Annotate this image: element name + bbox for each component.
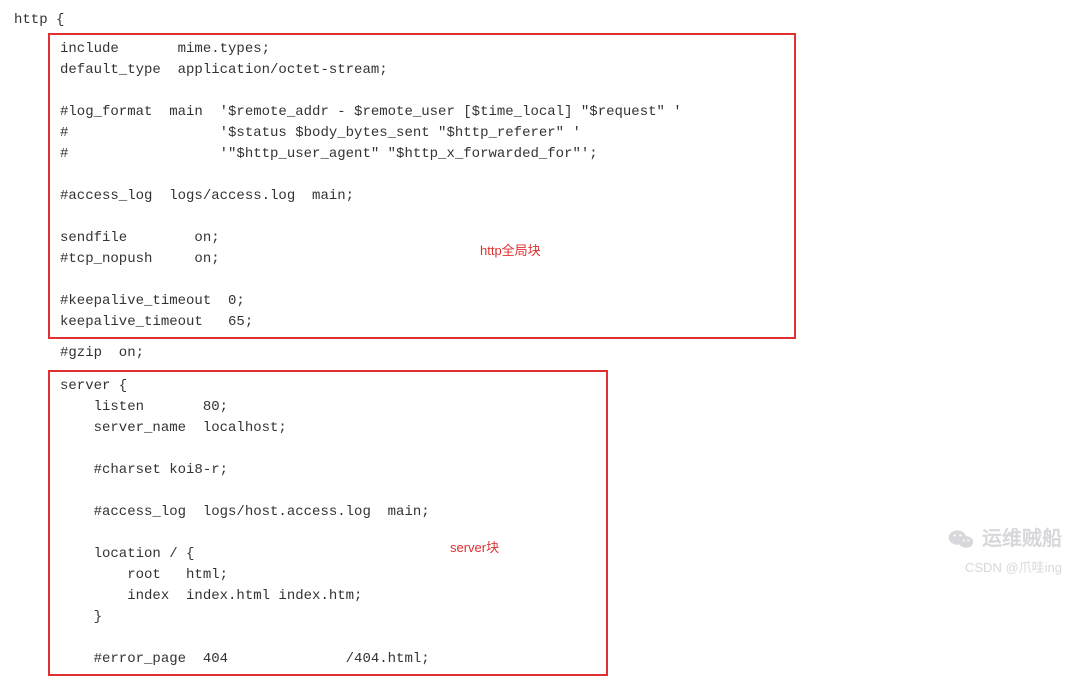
code-line: #log_format main '$remote_addr - $remote… — [60, 102, 784, 123]
code-line: index index.html index.htm; — [60, 586, 596, 607]
http-global-box: include mime.types; default_type applica… — [48, 33, 796, 339]
code-line: } — [60, 607, 596, 628]
code-blank — [60, 523, 596, 544]
code-line: # '$status $body_bytes_sent "$http_refer… — [60, 123, 784, 144]
code-line: #error_page 404 /404.html; — [60, 649, 596, 670]
code-line: #charset koi8-r; — [60, 460, 596, 481]
code-blank — [60, 439, 596, 460]
code-line: #tcp_nopush on; — [60, 249, 784, 270]
code-blank — [60, 628, 596, 649]
code-blank — [60, 207, 784, 228]
watermark-brand: 运维贼船 — [982, 524, 1062, 554]
code-line: listen 80; — [60, 397, 596, 418]
code-line: server { — [60, 376, 596, 397]
code-blank — [60, 165, 784, 186]
code-line: root html; — [60, 565, 596, 586]
code-line: keepalive_timeout 65; — [60, 312, 784, 333]
code-line: include mime.types; — [60, 39, 784, 60]
watermark: 运维贼船 CSDN @爪哇ing — [948, 524, 1062, 578]
code-line-http-open: http { — [14, 10, 1066, 31]
watermark-row: 运维贼船 — [948, 524, 1062, 554]
server-block-box: server { listen 80; server_name localhos… — [48, 370, 608, 676]
code-line: # '"$http_user_agent" "$http_x_forwarded… — [60, 144, 784, 165]
code-blank — [60, 481, 596, 502]
code-line: default_type application/octet-stream; — [60, 60, 784, 81]
code-line: #keepalive_timeout 0; — [60, 291, 784, 312]
code-line: sendfile on; — [60, 228, 784, 249]
code-line: server_name localhost; — [60, 418, 596, 439]
code-line: location / { — [60, 544, 596, 565]
code-blank — [60, 81, 784, 102]
watermark-sub: CSDN @爪哇ing — [965, 558, 1062, 578]
wechat-icon — [948, 528, 974, 550]
code-line: #access_log logs/host.access.log main; — [60, 502, 596, 523]
server-block-label: server块 — [450, 538, 499, 558]
code-blank — [60, 270, 784, 291]
http-global-label: http全局块 — [480, 241, 541, 261]
code-line: #access_log logs/access.log main; — [60, 186, 784, 207]
code-line-gzip: #gzip on; — [48, 343, 1066, 364]
